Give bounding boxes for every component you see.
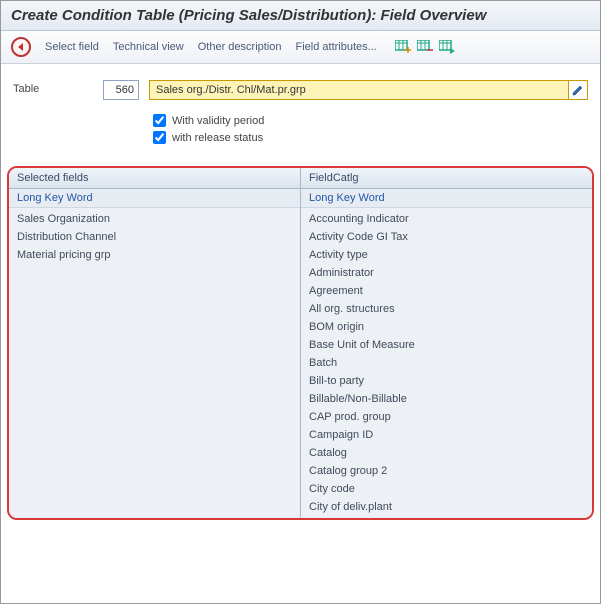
other-description-button[interactable]: Other description [198,41,282,53]
field-catalog-subheader[interactable]: Long Key Word [301,189,592,208]
list-item[interactable]: BOM origin [301,318,592,336]
page-title: Create Condition Table (Pricing Sales/Di… [1,1,600,31]
list-item[interactable]: Activity Code GI Tax [301,228,592,246]
select-field-button[interactable]: Select field [45,41,99,53]
field-columns: Selected fields Long Key Word Sales Orga… [7,166,594,520]
list-item[interactable]: Bill-to party [301,372,592,390]
selected-fields-subheader[interactable]: Long Key Word [9,189,300,208]
list-item[interactable]: Agreement [301,282,592,300]
list-item[interactable]: Catalog group 2 [301,462,592,480]
validity-check-row: With validity period [153,114,588,127]
edit-name-button[interactable] [568,80,588,100]
selected-fields-column: Selected fields Long Key Word Sales Orga… [9,168,300,518]
table-add-icon[interactable] [395,40,411,54]
list-item[interactable]: Billable/Non-Billable [301,390,592,408]
list-item[interactable]: City code [301,480,592,498]
list-item[interactable]: Batch [301,354,592,372]
toolbar: Select field Technical view Other descri… [1,31,600,64]
list-item[interactable]: All org. structures [301,300,592,318]
list-item[interactable]: Catalog [301,444,592,462]
back-arrow-icon [16,42,26,52]
technical-view-button[interactable]: Technical view [113,41,184,53]
checkbox-area: With validity period with release status [1,114,600,160]
table-name-wrap [149,80,588,100]
back-button[interactable] [11,37,31,57]
list-item[interactable]: CAP prod. group [301,408,592,426]
list-item[interactable]: City of deliv.plant [301,498,592,516]
list-item[interactable]: Administrator [301,264,592,282]
list-item[interactable]: Material pricing grp [9,246,300,264]
release-check-row: with release status [153,131,588,144]
toolbar-icons [395,40,455,54]
list-item[interactable]: Activity type [301,246,592,264]
validity-checkbox[interactable] [153,114,166,127]
pencil-icon [572,84,584,96]
form-area: Table [1,64,600,114]
release-checkbox[interactable] [153,131,166,144]
list-item[interactable]: Accounting Indicator [301,210,592,228]
table-name-input[interactable] [149,80,568,100]
table-remove-icon[interactable] [417,40,433,54]
selected-fields-header: Selected fields [9,168,300,189]
table-label: Table [13,80,93,95]
table-number-input[interactable] [103,80,139,100]
field-catalog-column: FieldCatlg Long Key Word Accounting Indi… [300,168,592,518]
list-item[interactable]: Distribution Channel [9,228,300,246]
list-item[interactable]: Campaign ID [301,426,592,444]
table-play-icon[interactable] [439,40,455,54]
selected-fields-list: Sales OrganizationDistribution ChannelMa… [9,208,300,266]
validity-label: With validity period [172,115,264,127]
list-item[interactable]: Base Unit of Measure [301,336,592,354]
field-attributes-button[interactable]: Field attributes... [296,41,377,53]
field-catalog-list: Accounting IndicatorActivity Code GI Tax… [301,208,592,518]
list-item[interactable]: Sales Organization [9,210,300,228]
field-catalog-header: FieldCatlg [301,168,592,189]
release-label: with release status [172,132,263,144]
